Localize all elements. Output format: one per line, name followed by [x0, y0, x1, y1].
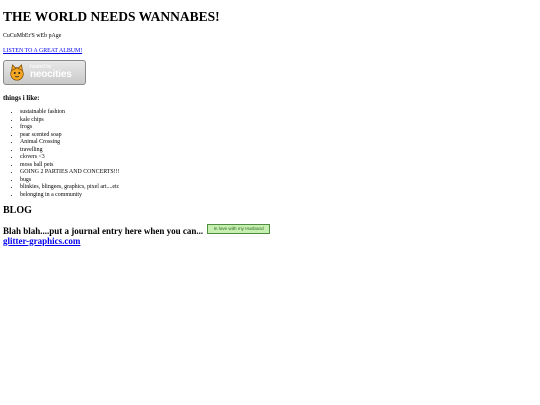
- blog-entry-text: Blah blah....put a journal entry here wh…: [3, 225, 204, 236]
- list-item: blinkies, blingees, graphics, pixel art.…: [20, 184, 537, 192]
- list-item: belonging in a community: [20, 192, 537, 200]
- likes-list: sustainable fashion kale chips frogs pea…: [3, 109, 537, 200]
- hosted-by-neocities-badge[interactable]: hosted by neocities: [3, 60, 86, 85]
- page-title: THE WORLD NEEDS WANNABES!: [3, 9, 220, 24]
- list-item: kale chips: [20, 117, 537, 125]
- list-item: sustainable fashion: [20, 109, 537, 117]
- glitter-graphics-link[interactable]: glitter-graphics.com: [3, 236, 537, 246]
- love-sticker-image: In love with my Husband: [207, 223, 271, 234]
- list-item: frogs: [20, 124, 537, 132]
- likes-heading: things i like:: [3, 95, 40, 102]
- list-item: travelling: [20, 147, 537, 155]
- list-item: moss ball pets: [20, 162, 537, 170]
- badge-brand-text: neocities: [30, 69, 72, 80]
- list-item: GOING 2 PARTIES AND CONCERTS!!!: [20, 169, 537, 177]
- page-subtitle: CuCuMbEr'S wEb pAge: [3, 33, 62, 39]
- list-item: clovers <3: [20, 154, 537, 162]
- blog-entry: Blah blah....put a journal entry here wh…: [3, 223, 537, 236]
- list-item: pear scented soap: [20, 132, 537, 140]
- album-link[interactable]: LISTEN TO A GREAT ALBUM!: [3, 48, 537, 54]
- list-item: Animal Crossing: [20, 139, 537, 147]
- blog-heading: BLOG: [3, 204, 32, 216]
- cat-icon: [10, 63, 24, 81]
- list-item: bugs: [20, 177, 537, 185]
